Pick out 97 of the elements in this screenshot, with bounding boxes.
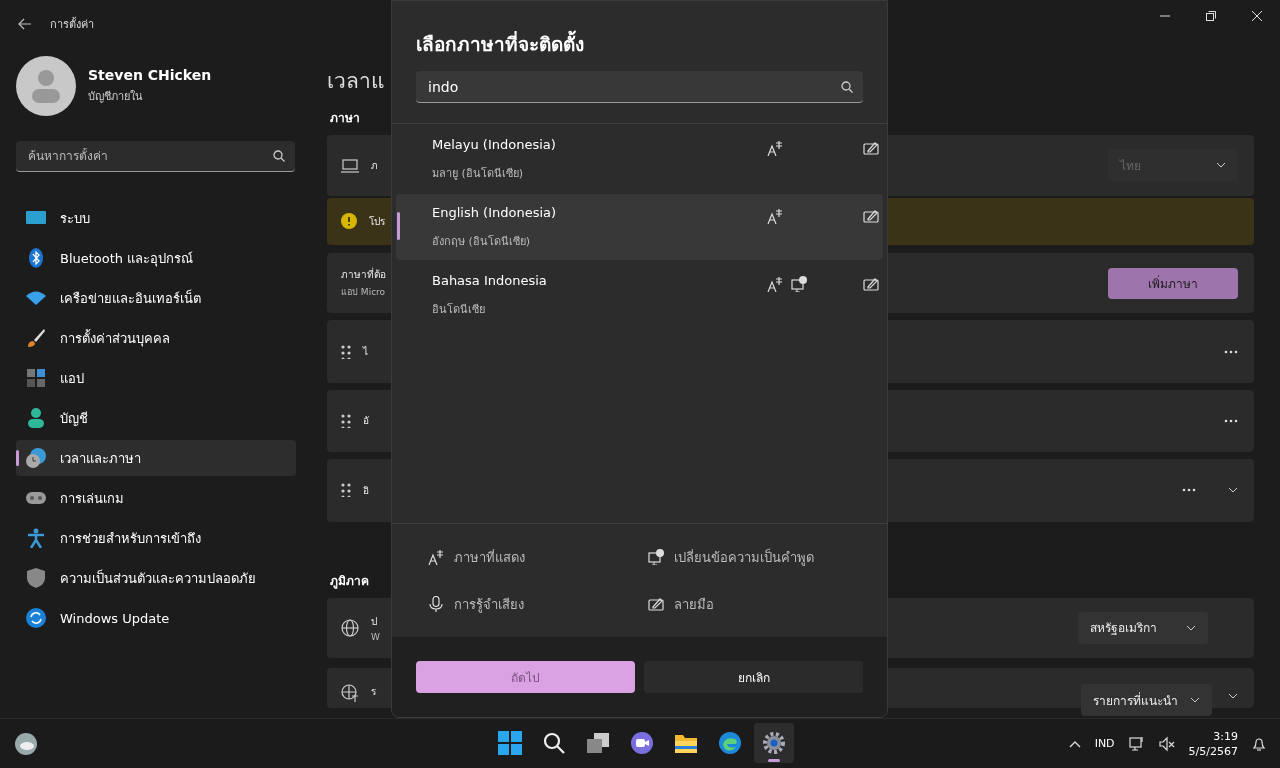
nav-item[interactable]: บัญชี <box>16 400 296 436</box>
cancel-button[interactable]: ยกเลิก <box>644 661 863 693</box>
pen-box-icon <box>863 208 879 224</box>
shield-icon <box>26 568 46 588</box>
drag-handle-icon <box>341 344 351 359</box>
globe-icon <box>341 618 359 637</box>
refresh-icon <box>26 608 46 628</box>
pen-box-icon <box>863 276 879 292</box>
language-result[interactable]: Melayu (Indonesia) มลายู (อินโดนีเซีย) <box>396 126 883 192</box>
font-language-icon <box>428 549 444 565</box>
row-title: ไ <box>363 345 369 359</box>
task-view-icon <box>586 731 610 755</box>
row-title: อิ <box>363 483 370 498</box>
clock-date[interactable]: 5/5/2567 <box>1188 744 1238 758</box>
region-dropdown[interactable]: รายการที่แนะนำ <box>1081 684 1212 717</box>
search-field[interactable]: ค้นหาการตั้งค่า <box>16 141 295 172</box>
font-language-icon <box>767 208 783 224</box>
account-name: Steven CHicken <box>88 67 212 83</box>
legend-label: เปลี่ยนข้อความเป็นคำพูด <box>674 547 814 568</box>
account-type: บัญชีภายใน <box>88 89 144 105</box>
warning-icon <box>341 213 357 230</box>
nav-item[interactable]: ความเป็นส่วนตัวและความปลอดภัย <box>16 560 296 596</box>
weather-icon <box>14 731 38 756</box>
microphone-icon <box>428 596 444 612</box>
row-title: ภาษาที่ต้อ <box>341 267 387 283</box>
chevron-down-icon <box>1186 624 1196 631</box>
gear-icon <box>762 731 786 755</box>
more-icon[interactable] <box>1224 349 1238 354</box>
chevron-down-icon <box>1190 697 1200 704</box>
window-title: การตั้งค่า <box>50 16 94 33</box>
search-icon <box>273 150 285 162</box>
nav-item[interactable]: การช่วยสำหรับการเข้าถึง <box>16 520 296 556</box>
nav-item[interactable]: Bluetooth และอุปกรณ์ <box>16 240 296 276</box>
language-result[interactable]: English (Indonesia) อังกฤษ (อินโดนีเซีย) <box>396 194 883 260</box>
nav-item[interactable]: การตั้งค่าส่วนบุคคล <box>16 320 296 356</box>
chat-icon <box>630 731 654 755</box>
network-icon <box>1128 735 1145 752</box>
accessibility-icon <box>26 528 46 548</box>
region-dropdown[interactable]: สหรัฐอเมริกา <box>1078 611 1208 644</box>
clock-time[interactable]: 3:19 <box>1213 729 1238 743</box>
row-title: อั <box>363 414 370 429</box>
volume-muted-icon <box>1158 735 1175 752</box>
more-icon[interactable] <box>1224 418 1238 423</box>
warning-text: โปร <box>369 214 385 229</box>
font-language-icon <box>767 276 783 292</box>
legend-label: ลายมือ <box>674 595 714 614</box>
page-title: เวลาแ <box>327 68 385 95</box>
nav-item[interactable]: เครือข่ายและอินเทอร์เน็ต <box>16 280 296 316</box>
section-header: ภาษา <box>330 110 361 127</box>
chevron-down-icon <box>1228 487 1238 494</box>
search-input[interactable]: ค้นหาการตั้งค่า <box>26 148 273 164</box>
taskbar-app[interactable] <box>754 723 794 763</box>
search-input[interactable]: indo <box>426 77 841 96</box>
language-search-field[interactable]: indo <box>416 71 863 103</box>
legend-label: การรู้จำเสียง <box>454 595 524 615</box>
notification-icon <box>1252 736 1266 751</box>
nav-item[interactable]: ระบบ <box>16 200 296 236</box>
nav-item[interactable]: เวลาและภาษา <box>16 440 296 476</box>
section-header: ภูมิภาค <box>330 572 370 590</box>
avatar <box>16 56 76 116</box>
row-title: ร <box>371 685 377 700</box>
row-title: ป <box>371 614 378 629</box>
clock-globe-icon <box>26 448 46 468</box>
drag-handle-icon <box>341 483 351 498</box>
speech-screen-icon <box>791 276 807 292</box>
person-icon <box>26 408 46 428</box>
drag-handle-icon <box>341 413 351 428</box>
laptop-icon <box>341 157 359 173</box>
nav-item[interactable]: แอป <box>16 360 296 396</box>
bluetooth-icon <box>26 248 46 268</box>
search-icon <box>841 80 853 93</box>
row-subtitle: W <box>371 631 381 642</box>
row-title: ภ <box>371 158 379 173</box>
pen-box-icon <box>648 596 664 612</box>
browser-icon <box>718 731 742 755</box>
chevron-down-icon <box>1216 162 1226 169</box>
brush-icon <box>26 328 46 348</box>
close-icon <box>1252 11 1262 21</box>
windows-logo-icon <box>498 731 522 755</box>
pen-box-icon <box>863 140 879 156</box>
globe-text-icon <box>341 684 359 703</box>
search-icon <box>542 731 566 755</box>
add-language-button[interactable]: เพิ่มภาษา <box>1108 267 1238 299</box>
speech-screen-icon <box>648 549 664 565</box>
nav-item[interactable]: การเล่นเกม <box>16 480 296 516</box>
restore-icon <box>1206 11 1216 21</box>
nav-item[interactable]: Windows Update <box>16 600 296 636</box>
dialog-title: เลือกภาษาที่จะติดตั้ง <box>392 1 887 71</box>
more-icon[interactable] <box>1182 488 1196 493</box>
legend-label: ภาษาที่แสดง <box>454 548 525 567</box>
row-subtitle: แอป Micro <box>341 286 387 300</box>
input-language[interactable]: IND <box>1094 737 1115 750</box>
chevron-down-icon <box>1228 693 1238 700</box>
language-result[interactable]: Bahasa Indonesia อินโดนีเซีย <box>396 262 883 328</box>
font-language-icon <box>767 140 783 156</box>
back-arrow-icon[interactable] <box>18 18 32 30</box>
apps-icon <box>26 368 46 388</box>
